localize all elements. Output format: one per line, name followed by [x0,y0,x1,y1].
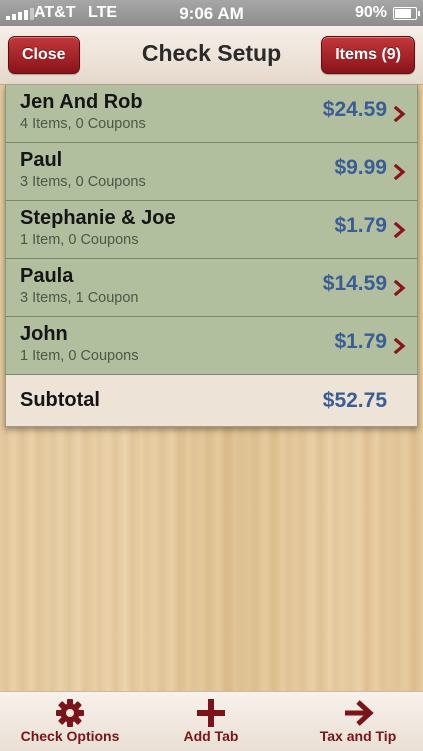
tab-amount: $1.79 [334,214,387,237]
tab-row-stephanie-and-joe[interactable]: Stephanie & Joe 1 Item, 0 Coupons $1.79 [5,201,418,259]
tab-name: John [20,323,68,345]
chevron-right-icon [393,106,406,122]
tab-row-john[interactable]: John 1 Item, 0 Coupons $1.79 [5,317,418,375]
battery-percent: 90% [354,4,387,21]
status-bar: AT&T LTE 9:06 AM 90% [0,0,423,26]
battery-icon [393,7,420,20]
add-tab-button[interactable]: Add Tab [141,692,281,751]
tab-detail: 3 Items, 0 Coupons [20,174,146,190]
tab-row-jen-and-rob[interactable]: Jen And Rob 4 Items, 0 Coupons $24.59 [5,85,418,143]
tab-amount: $14.59 [322,272,387,295]
tab-name: Jen And Rob [20,91,143,113]
subtotal-row: Subtotal $52.75 [5,375,418,427]
tab-detail: 3 Items, 1 Coupon [20,290,139,306]
tab-row-paul[interactable]: Paul 3 Items, 0 Coupons $9.99 [5,143,418,201]
chevron-right-icon [393,338,406,354]
tab-amount: $24.59 [322,98,387,121]
tab-amount: $9.99 [334,156,387,179]
subtotal-label: Subtotal [20,389,100,411]
arrow-right-icon [345,700,374,726]
tab-detail: 1 Item, 0 Coupons [20,348,139,364]
tab-amount: $1.79 [334,330,387,353]
tab-name: Paul [20,149,63,171]
tab-row-paula[interactable]: Paula 3 Items, 1 Coupon $14.59 [5,259,418,317]
chevron-right-icon [393,222,406,238]
chevron-right-icon [393,164,406,180]
plus-icon [197,699,225,727]
bottom-toolbar: Check Options Add Tab Tax and Tip [0,691,423,751]
subtotal-amount: $52.75 [322,389,387,412]
check-tab-list: Jen And Rob 4 Items, 0 Coupons $24.59 Pa… [5,85,418,427]
check-options-button[interactable]: Check Options [0,692,140,751]
items-button[interactable]: Items (9) [321,36,415,74]
gear-icon [56,699,84,727]
add-tab-label: Add Tab [183,728,239,744]
chevron-right-icon [393,280,406,296]
tax-and-tip-label: Tax and Tip [319,728,397,744]
tab-detail: 4 Items, 0 Coupons [20,116,146,132]
tab-name: Stephanie & Joe [20,207,176,229]
battery-fill [395,9,412,18]
tab-detail: 1 Item, 0 Coupons [20,232,139,248]
navigation-bar: Close Check Setup Items (9) [0,26,423,85]
tax-and-tip-button[interactable]: Tax and Tip [293,692,423,751]
tab-name: Paula [20,265,74,287]
check-options-label: Check Options [20,728,120,744]
